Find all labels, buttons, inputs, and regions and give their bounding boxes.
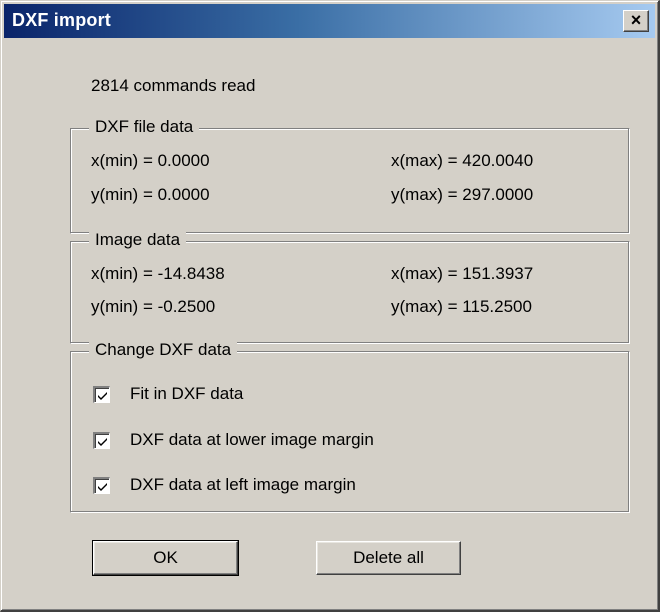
fit-in-dxf-data-label: Fit in DXF data: [130, 384, 244, 403]
close-icon: ×: [630, 10, 642, 30]
dxf-import-dialog: DXF import × 2814 commands read DXF file…: [0, 0, 660, 612]
change-dxf-data-legend: Change DXF data: [89, 340, 238, 360]
fit-in-dxf-data-checkbox[interactable]: [93, 385, 110, 403]
image-data-legend: Image data: [89, 230, 187, 250]
image-xmax-value: x(max) = 151.3937: [391, 264, 534, 283]
image-ymax-value: y(max) = 115.2500: [391, 297, 532, 316]
lower-image-margin-label: DXF data at lower image margin: [130, 430, 374, 449]
commands-read-status: 2814 commands read: [91, 76, 256, 95]
dxf-ymax-value: y(max) = 297.0000: [391, 185, 534, 204]
lower-margin-checkbox-row[interactable]: DXF data at lower image margin: [93, 430, 374, 450]
image-ymin-value: y(min) = -0.2500: [91, 297, 216, 316]
fit-in-dxf-data-checkbox-row[interactable]: Fit in DXF data: [93, 384, 243, 404]
left-margin-checkbox-row[interactable]: DXF data at left image margin: [93, 475, 356, 495]
checkmark-icon: [98, 482, 107, 491]
change-dxf-data-group: Change DXF data Fit in DXF data DXF data…: [70, 340, 630, 513]
checkmark-icon: [98, 437, 107, 446]
checkmark-icon: [98, 391, 107, 400]
dxf-file-data-legend: DXF file data: [89, 117, 200, 137]
image-data-group: Image data x(min) = -14.8438 x(max) = 15…: [70, 230, 630, 344]
left-image-margin-label: DXF data at left image margin: [130, 475, 356, 494]
lower-image-margin-checkbox[interactable]: [93, 431, 110, 449]
title-bar[interactable]: DXF import ×: [4, 4, 655, 38]
ok-button[interactable]: OK: [92, 540, 239, 576]
dxf-xmax-value: x(max) = 420.0040: [391, 151, 534, 170]
window-title: DXF import: [12, 10, 111, 30]
dxf-file-data-group: DXF file data x(min) = 0.0000 x(max) = 4…: [70, 117, 630, 234]
dxf-xmin-value: x(min) = 0.0000: [91, 151, 210, 170]
dxf-ymin-value: y(min) = 0.0000: [91, 185, 210, 204]
delete-all-button[interactable]: Delete all: [316, 541, 461, 575]
left-image-margin-checkbox[interactable]: [93, 476, 110, 494]
close-button[interactable]: ×: [623, 10, 649, 32]
image-xmin-value: x(min) = -14.8438: [91, 264, 225, 283]
